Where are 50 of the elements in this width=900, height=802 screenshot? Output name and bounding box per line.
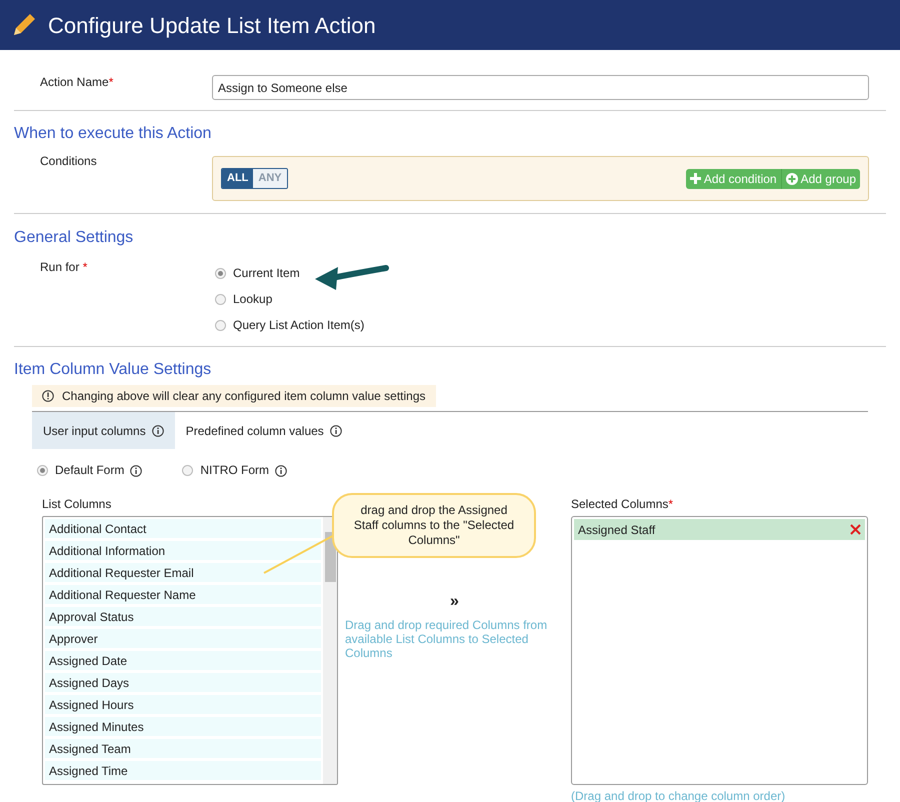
- radio-label: Default Form: [55, 461, 142, 479]
- list-item[interactable]: Additional Requester Name: [45, 585, 321, 604]
- info-icon: [130, 464, 142, 477]
- list-item[interactable]: Assigned Hours: [45, 695, 321, 714]
- radio-label: NITRO Form: [200, 461, 288, 479]
- alert-icon: [42, 390, 54, 402]
- move-glyph: »: [450, 592, 459, 612]
- radio-label: Current Item: [233, 265, 300, 282]
- input-field[interactable]: Assign to Someone else: [212, 75, 869, 100]
- list-item[interactable]: Approval Status: [45, 607, 321, 626]
- tab[interactable]: User input columns: [32, 412, 175, 449]
- section-title: General Settings: [14, 228, 134, 248]
- list-item[interactable]: Additional Requester Email: [45, 563, 321, 582]
- radio-button[interactable]: [215, 320, 226, 330]
- list-item[interactable]: Assigned Date: [45, 651, 321, 670]
- list-item[interactable]: Assigned Days: [45, 673, 321, 692]
- item-label: Assigned Staff: [578, 522, 656, 538]
- list-item[interactable]: Assigned Time: [45, 761, 321, 780]
- info-icon: [275, 464, 288, 477]
- radio-button[interactable]: [215, 294, 226, 304]
- radio-label: Query List Action Item(s): [233, 317, 364, 334]
- list-item[interactable]: Assigned Team: [45, 739, 321, 758]
- radio-label: Lookup: [233, 291, 272, 308]
- field-label: Run for *: [39, 259, 88, 276]
- list-label: Selected Columns*: [571, 496, 674, 513]
- hint-text: Drag and drop required Columns from available List Columns to Selected Columns: [345, 618, 548, 660]
- list-label: List Columns: [42, 496, 112, 513]
- warning-text: Changing above will clear any configured item column value settings: [62, 388, 426, 405]
- close-icon[interactable]: [850, 524, 861, 535]
- list-item[interactable]: Approver: [45, 629, 321, 648]
- list-item[interactable]: Assigned Minutes: [45, 717, 321, 736]
- radio-button[interactable]: [215, 268, 226, 278]
- field-label: Action Name*: [39, 74, 114, 91]
- window-title: Configure Update List Item Action: [48, 12, 376, 40]
- toggle-option[interactable]: ALL: [222, 169, 254, 188]
- callout-text: drag and drop the Assigned Staff columns to the "Selected Columns": [352, 503, 516, 548]
- plus-icon: [690, 173, 701, 184]
- radio-button[interactable]: [182, 464, 194, 476]
- section-title: When to execute this Action: [14, 124, 212, 144]
- section-title: Item Column Value Settings: [14, 360, 212, 380]
- info-icon: [330, 424, 342, 436]
- info-icon: [152, 424, 164, 436]
- selected-item[interactable]: Assigned Staff: [574, 519, 865, 540]
- list-item[interactable]: Additional Contact: [45, 519, 321, 538]
- list-item[interactable]: Additional Information: [45, 541, 321, 560]
- scrollbar[interactable]: [323, 517, 337, 784]
- field-label: Conditions: [39, 153, 98, 170]
- tab[interactable]: Predefined column values: [174, 412, 353, 449]
- plus-circle-icon: [786, 172, 798, 184]
- radio-button[interactable]: [37, 464, 48, 476]
